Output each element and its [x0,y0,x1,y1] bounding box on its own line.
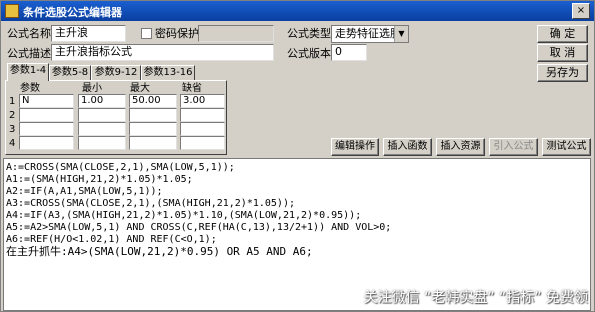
param-name-cell[interactable] [19,108,74,122]
code-line: A:=CROSS(SMA(CLOSE,2,1),SMA(LOW,5,1)); [6,162,235,173]
param-min-cell[interactable] [78,136,126,150]
param-max-cell[interactable] [129,122,177,136]
params-panel: 参数 最小 最大 缺省 1 2 3 4 N 1.00 50.00 3.00 [5,80,227,155]
type-label: 公式类型 [287,27,331,40]
code-line: A4:=IF(A3,(SMA(HIGH,21,2)*1.05)*1.10,(SM… [6,210,362,221]
title-bar[interactable]: 条件选股公式编辑器 × [1,1,594,21]
code-line: A5:=A2>SMA(LOW,5,1) AND CROSS(C,REF(HA(C… [6,222,392,233]
code-line: 在主升抓牛:A4>(SMA(LOW,21,2)*0.95) OR A5 AND … [6,245,313,258]
type-select-value: 走势特征选股 [335,27,401,40]
tab-params-9-12[interactable]: 参数9-12 [91,65,141,80]
param-default-cell[interactable] [180,122,225,136]
edit-operation-button[interactable]: 编辑操作 [331,138,379,156]
insert-function-button[interactable]: 插入函数 [383,138,432,156]
code-line: A2:=IF(A,A1,SMA(LOW,5,1)); [6,186,163,197]
watermark-text: 关注微信 “老韩实盘” “指标” 免费领 [363,290,588,306]
name-input[interactable]: 主升浪 [51,25,126,42]
test-formula-button[interactable]: 测试公式 [542,138,591,156]
param-default-cell[interactable] [180,108,225,122]
param-row-number: 3 [9,124,16,135]
param-min-cell[interactable]: 1.00 [78,94,126,108]
window-title: 条件选股公式编辑器 [23,6,122,19]
ok-button[interactable]: 确 定 [537,25,588,43]
formula-editor-window: 条件选股公式编辑器 × 公式名称 主升浪 密码保护 公式描述 主升浪指标公式 公… [0,0,595,312]
param-min-cell[interactable] [78,108,126,122]
param-name-cell[interactable] [19,136,74,150]
param-max-cell[interactable] [129,108,177,122]
param-row-number: 4 [9,138,16,149]
insert-resource-button[interactable]: 插入资源 [436,138,485,156]
app-icon [5,4,19,18]
desc-label: 公式描述 [7,47,51,60]
name-label: 公式名称 [7,27,51,40]
tab-params-13-16[interactable]: 参数13-16 [141,65,195,80]
type-select[interactable]: 走势特征选股 ▼ [331,25,409,43]
param-name-cell[interactable]: N [19,94,74,108]
save-as-button[interactable]: 另存为 [537,64,588,82]
tab-params-1-4[interactable]: 参数1-4 [7,63,49,81]
param-row-number: 2 [9,110,16,121]
code-line: A3:=CROSS(SMA(CLOSE,2,1),(SMA(HIGH,21,2)… [6,198,295,209]
param-default-cell[interactable] [180,136,225,150]
tab-params-5-8[interactable]: 参数5-8 [49,65,91,80]
version-input[interactable]: 0 [331,44,367,61]
password-input[interactable] [198,25,274,42]
cancel-button[interactable]: 取 消 [537,44,588,62]
param-max-cell[interactable] [129,136,177,150]
password-checkbox[interactable] [141,28,152,39]
close-button[interactable]: × [572,3,590,19]
password-label: 密码保护 [155,27,199,40]
code-line: A1:=(SMA(HIGH,21,2)*1.05)*1.05; [6,174,193,185]
version-label: 公式版本 [287,47,331,60]
param-max-cell[interactable]: 50.00 [129,94,177,108]
chevron-down-icon[interactable]: ▼ [394,26,408,42]
param-row-number: 1 [9,96,16,107]
desc-input[interactable]: 主升浪指标公式 [51,44,274,61]
param-default-cell[interactable]: 3.00 [180,94,225,108]
import-formula-button[interactable]: 引入公式 [489,138,538,156]
param-min-cell[interactable] [78,122,126,136]
param-name-cell[interactable] [19,122,74,136]
